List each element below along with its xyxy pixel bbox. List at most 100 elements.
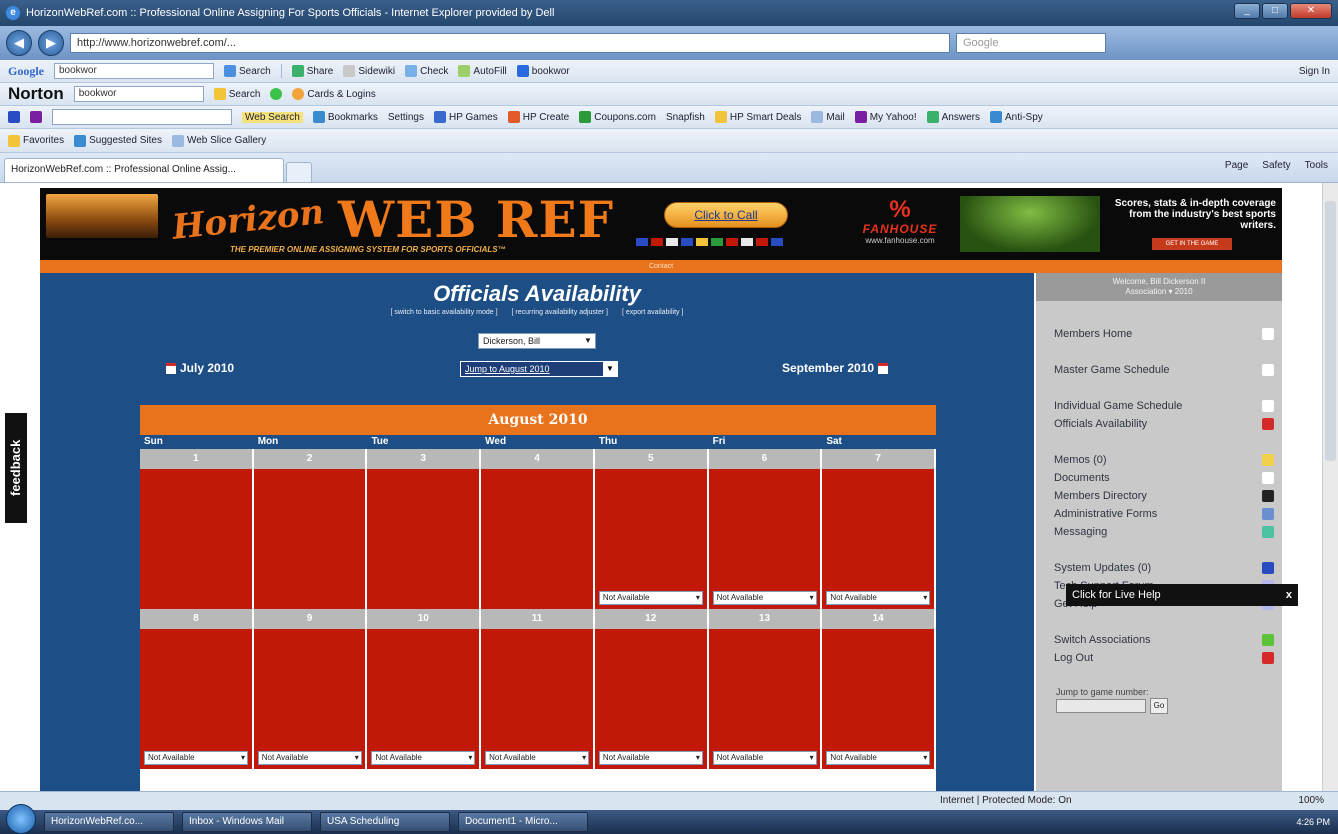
sidebar-item-switch-associations[interactable]: Switch Associations	[1054, 631, 1274, 649]
maximize-button[interactable]: □	[1262, 3, 1288, 19]
day-cell[interactable]	[253, 469, 368, 609]
flag-icon[interactable]	[741, 238, 753, 246]
official-select[interactable]: Dickerson, Bill ▼	[478, 333, 596, 349]
tab-horizonwebref[interactable]: HorizonWebRef.com :: Professional Online…	[4, 158, 284, 182]
recurring-adjuster-link[interactable]: [ recurring availability adjuster ]	[512, 309, 609, 316]
availability-select[interactable]: Not Available	[712, 591, 817, 605]
settings-button[interactable]: Settings	[388, 112, 424, 123]
browser-search-input[interactable]: Google	[956, 33, 1106, 53]
ad-button[interactable]: GET IN THE GAME	[1152, 238, 1232, 250]
cards-logins-button[interactable]: Cards & Logins	[292, 88, 376, 100]
basic-mode-link[interactable]: [ switch to basic availability mode ]	[391, 309, 498, 316]
scrollbar-thumb[interactable]	[1325, 201, 1336, 461]
contact-strip[interactable]: Contact	[40, 260, 1282, 273]
sidebar-item-members-directory[interactable]: Members Directory	[1054, 487, 1274, 505]
bookmarks-button[interactable]: Bookmarks	[312, 111, 378, 123]
tools-menu[interactable]: Tools	[1305, 160, 1328, 171]
availability-select[interactable]: Not Available	[144, 751, 248, 765]
autofill-button[interactable]: AutoFill	[458, 65, 507, 77]
day-cell[interactable]	[481, 469, 595, 609]
day-cell[interactable]	[367, 469, 482, 609]
norton-search-input[interactable]: bookwor	[73, 86, 204, 102]
click-to-call-button[interactable]: Click to Call	[664, 202, 788, 228]
new-tab-button[interactable]	[286, 162, 312, 182]
sidebar-item-log-out[interactable]: Log Out	[1054, 649, 1274, 667]
sidebar-item-members-home[interactable]: Members Home	[1054, 325, 1274, 343]
sidewiki-button[interactable]: Sidewiki	[343, 65, 395, 77]
google-search-button[interactable]: Search	[224, 65, 271, 77]
availability-select[interactable]: Not Available	[598, 751, 703, 765]
sidebar-item-master-game-schedule[interactable]: Master Game Schedule	[1054, 361, 1274, 379]
feedback-tab[interactable]: feedback	[5, 413, 27, 523]
answers-button[interactable]: Answers	[926, 111, 980, 123]
anti-spy-button[interactable]: Anti-Spy	[989, 111, 1043, 123]
my-yahoo-button[interactable]: My Yahoo!	[854, 111, 917, 123]
minimize-button[interactable]: _	[1234, 3, 1260, 19]
flag-icon[interactable]	[726, 238, 738, 246]
day-cell[interactable]: Not Available	[822, 469, 937, 609]
jump-to-month-select[interactable]: Jump to August 2010 ▼	[460, 361, 618, 377]
yahoo-search-input[interactable]	[52, 109, 232, 125]
web-slice-gallery-button[interactable]: Web Slice Gallery	[171, 134, 266, 147]
availability-select[interactable]: Not Available	[826, 751, 931, 765]
forward-button[interactable]: ▶	[38, 30, 64, 56]
close-button[interactable]: ✕	[1290, 3, 1332, 19]
day-cell[interactable]: Not Available	[822, 629, 937, 769]
live-help-bar[interactable]: Click for Live Help x	[1066, 584, 1298, 606]
safety-menu[interactable]: Safety	[1262, 160, 1290, 171]
flag-icon[interactable]	[651, 238, 663, 246]
day-cell[interactable]: Not Available	[140, 629, 254, 769]
google-search-input[interactable]: bookwor	[54, 63, 214, 79]
availability-select[interactable]: Not Available	[371, 751, 476, 765]
day-cell[interactable]	[140, 469, 254, 609]
mail-button[interactable]: Mail	[811, 111, 845, 123]
highlight-term-button[interactable]: bookwor	[516, 65, 570, 77]
signin-button[interactable]: Sign In	[1299, 66, 1338, 77]
smart-deals-button[interactable]: HP Smart Deals	[714, 111, 801, 123]
favorites-button[interactable]: Favorites	[8, 134, 64, 147]
go-button[interactable]: Go	[1150, 698, 1168, 714]
taskbar-item[interactable]: Document1 - Micro...	[458, 812, 588, 832]
day-cell[interactable]: Not Available	[594, 469, 709, 609]
availability-select[interactable]: Not Available	[485, 751, 590, 765]
flag-icon[interactable]	[636, 238, 648, 246]
share-button[interactable]: Share	[291, 65, 333, 77]
suggested-sites-button[interactable]: Suggested Sites	[74, 134, 162, 147]
flag-icon[interactable]	[756, 238, 768, 246]
flag-icon[interactable]	[711, 238, 723, 246]
flag-icon[interactable]	[771, 238, 783, 246]
sidebar-item-individual-game-schedule[interactable]: Individual Game Schedule	[1054, 397, 1274, 415]
sidebar-item-memos-0[interactable]: Memos (0)	[1054, 451, 1274, 469]
day-cell[interactable]: Not Available	[367, 629, 482, 769]
zoom-level[interactable]: 100%	[1298, 795, 1324, 806]
next-month-link[interactable]: September 2010	[782, 361, 889, 375]
flag-icon[interactable]	[666, 238, 678, 246]
hp-create-button[interactable]: HP Create	[507, 111, 569, 123]
day-cell[interactable]: Not Available	[708, 629, 823, 769]
norton-search-button[interactable]: Search	[213, 88, 260, 100]
prev-month-link[interactable]: July 2010	[166, 361, 234, 375]
flag-icon[interactable]	[696, 238, 708, 246]
sidebar-item-documents[interactable]: Documents	[1054, 469, 1274, 487]
day-cell[interactable]: Not Available	[594, 629, 709, 769]
norton-safe-button[interactable]	[270, 88, 283, 100]
availability-select[interactable]: Not Available	[712, 751, 817, 765]
sidebar-item-system-updates-0[interactable]: System Updates (0)	[1054, 559, 1274, 577]
snapfish-button[interactable]: Snapfish	[666, 112, 705, 123]
day-cell[interactable]: Not Available	[253, 629, 368, 769]
taskbar-item[interactable]: Inbox - Windows Mail	[182, 812, 312, 832]
association-selector[interactable]: Association ▾ 2010	[1036, 287, 1282, 297]
availability-select[interactable]: Not Available	[598, 591, 703, 605]
web-search-button[interactable]: Web Search	[242, 111, 303, 123]
taskbar-item[interactable]: HorizonWebRef.co...	[44, 812, 174, 832]
export-availability-link[interactable]: [ export availability ]	[622, 309, 683, 316]
availability-select[interactable]: Not Available	[257, 751, 362, 765]
hp-games-button[interactable]: HP Games	[434, 111, 498, 123]
taskbar-item[interactable]: USA Scheduling	[320, 812, 450, 832]
coupons-button[interactable]: Coupons.com	[579, 111, 656, 123]
fanhouse-ad-logo[interactable]: % FANHOUSE www.fanhouse.com	[840, 198, 960, 250]
sidebar-item-administrative-forms[interactable]: Administrative Forms	[1054, 505, 1274, 523]
sidebar-item-messaging[interactable]: Messaging	[1054, 523, 1274, 541]
flag-icon[interactable]	[681, 238, 693, 246]
sidebar-item-officials-availability[interactable]: Officials Availability	[1054, 415, 1274, 433]
